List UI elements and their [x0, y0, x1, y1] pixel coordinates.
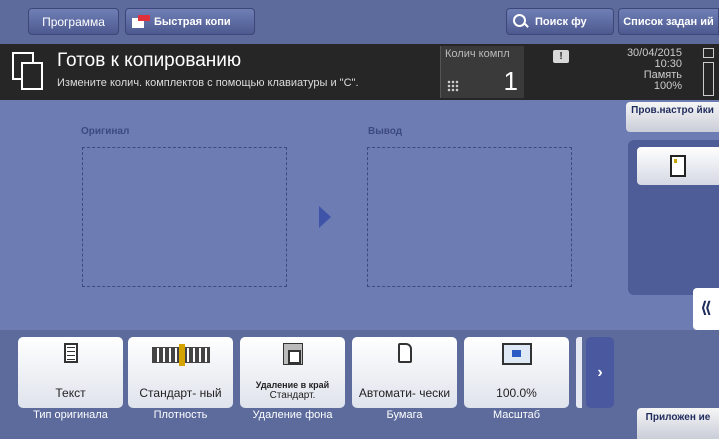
paper-value: Автомати- чески: [358, 386, 451, 400]
quick-copy-button[interactable]: Быстрая копи: [125, 8, 255, 35]
output-label: Вывод: [368, 126, 403, 137]
memory-gauge: [703, 62, 714, 96]
output-preview-box: [367, 147, 572, 287]
search-label: Поиск фу: [535, 15, 587, 28]
background-removal-button[interactable]: Удаление в край Стандарт.: [240, 337, 345, 408]
zoom-icon: [501, 343, 532, 365]
density-value: Стандарт- ный: [139, 386, 222, 400]
background-removal-icon: [282, 343, 303, 365]
memory-value: 100%: [653, 80, 682, 92]
search-function-button[interactable]: Поиск фу: [506, 8, 614, 35]
status-message: Измените колич. комплектов с помощью кла…: [57, 77, 359, 89]
program-button[interactable]: Программа: [28, 8, 119, 35]
page-preview-icon: [670, 155, 686, 177]
paper-caption: Бумага: [386, 409, 423, 421]
memory-icon: [703, 48, 714, 58]
paper-icon: [397, 343, 412, 363]
text-document-icon: [63, 343, 78, 363]
original-preview-box: [82, 147, 287, 287]
quick-copy-icon: [132, 14, 150, 29]
search-icon: [513, 13, 529, 30]
background-removal-mode: Удаление в край: [255, 380, 330, 390]
job-list-label: Список задан ий: [623, 15, 714, 28]
applications-label: Приложен ие: [645, 412, 711, 423]
collapse-panel-icon[interactable]: ⟪: [693, 288, 719, 330]
original-type-value: Текст: [55, 386, 86, 400]
zoom-value: 100.0%: [496, 386, 537, 400]
status-bar: Готов к копированию Измените колич. комп…: [0, 44, 719, 100]
density-caption: Плотность: [153, 409, 208, 421]
copy-sets-value: 1: [503, 66, 518, 96]
background-removal-caption: Удаление фона: [252, 409, 333, 421]
job-list-button[interactable]: Список задан ий: [618, 8, 719, 35]
background-removal-value: Удаление в край Стандарт.: [240, 381, 345, 402]
density-button[interactable]: Стандарт- ный: [128, 337, 233, 408]
copy-sets-label: Колич компл: [445, 48, 510, 60]
paper-button[interactable]: Автомати- чески: [352, 337, 457, 408]
applications-button[interactable]: Приложен ие: [637, 408, 719, 439]
copy-icon: [12, 52, 46, 92]
arrow-right-icon: [319, 206, 331, 228]
original-type-caption: Тип оригинала: [33, 409, 108, 421]
check-settings-button[interactable]: Пров.настро йки: [626, 102, 719, 132]
density-scale-icon: [151, 344, 210, 366]
check-settings-label: Пров.настро йки: [631, 105, 714, 116]
keypad-icon: [447, 80, 459, 92]
next-page-button[interactable]: ›: [586, 337, 614, 408]
zoom-caption: Масштаб: [492, 409, 541, 421]
quick-copy-label: Быстрая копи: [154, 15, 231, 28]
copy-sets-field[interactable]: Колич компл 1: [440, 46, 524, 98]
next-function-edge: [576, 337, 582, 408]
date-time-memory: 30/04/2015 10:30 Память 100%: [590, 48, 682, 92]
status-title: Готов к копированию: [57, 50, 242, 71]
zoom-button[interactable]: 100.0%: [464, 337, 569, 408]
alert-icon[interactable]: !: [553, 50, 569, 63]
preview-area: Оригинал Вывод: [0, 100, 622, 330]
program-button-label: Программа: [42, 14, 105, 29]
original-label: Оригинал: [81, 126, 130, 137]
original-type-button[interactable]: Текст: [18, 337, 123, 408]
background-removal-level: Стандарт.: [269, 390, 316, 401]
